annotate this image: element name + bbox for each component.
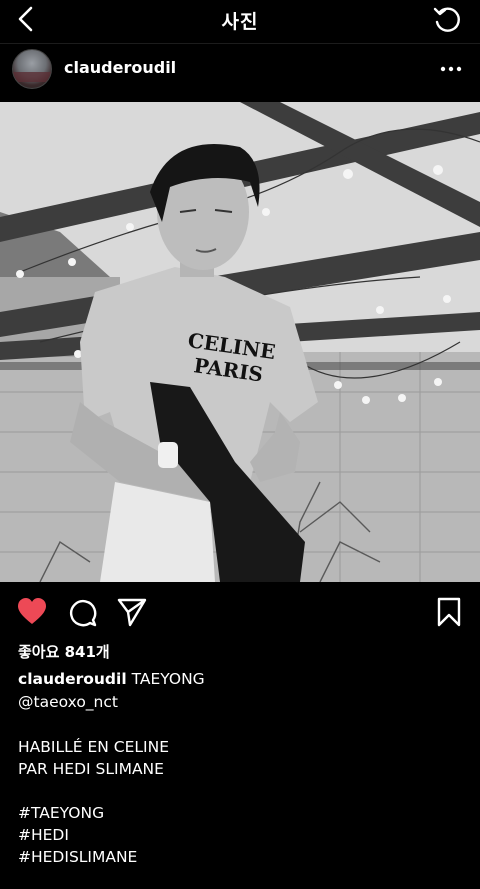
more-dots-icon[interactable] xyxy=(440,59,462,79)
caption-text: TAEYONG xyxy=(131,670,205,688)
caption-line-2: PAR HEDI SLIMANE xyxy=(18,760,164,778)
post-username[interactable]: clauderoudil xyxy=(64,58,176,77)
heart-filled-icon[interactable] xyxy=(16,596,48,628)
share-icon[interactable] xyxy=(116,596,148,628)
action-bar xyxy=(0,596,480,630)
post-photo[interactable]: CELINE PARIS xyxy=(0,102,480,582)
avatar[interactable] xyxy=(12,49,52,89)
comment-icon[interactable] xyxy=(66,596,98,628)
refresh-icon[interactable] xyxy=(432,5,462,35)
post-header: clauderoudil xyxy=(0,46,480,96)
caption-mention[interactable]: @taeoxo_nct xyxy=(18,693,118,711)
caption-line-1: HABILLÉ EN CELINE xyxy=(18,738,169,756)
hashtag-hedi[interactable]: #HEDI xyxy=(18,826,69,844)
hashtag-hedislimane[interactable]: #HEDISLIMANE xyxy=(18,848,137,866)
caption-author[interactable]: clauderoudil xyxy=(18,670,127,688)
caption-first-line: clauderoudil TAEYONG xyxy=(18,670,205,688)
hashtag-taeyong[interactable]: #TAEYONG xyxy=(18,804,104,822)
bookmark-icon[interactable] xyxy=(436,596,462,628)
likes-count[interactable]: 좋아요 841개 xyxy=(18,641,110,662)
header-divider xyxy=(0,43,480,44)
back-chevron-icon[interactable] xyxy=(14,5,36,33)
page-title: 사진 xyxy=(221,10,259,33)
top-bar: 사진 xyxy=(0,0,480,40)
